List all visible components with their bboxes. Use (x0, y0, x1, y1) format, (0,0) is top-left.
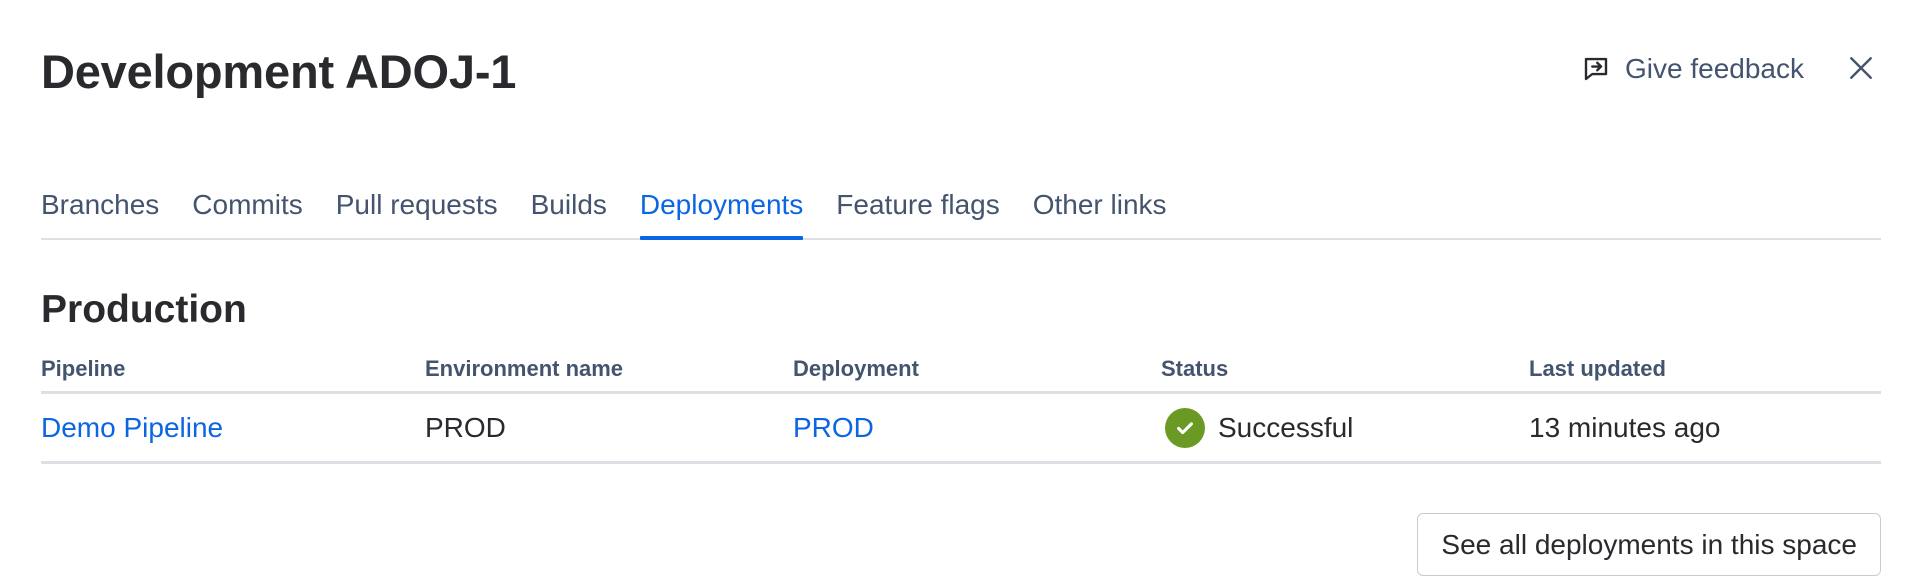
give-feedback-label: Give feedback (1625, 53, 1804, 84)
tab-commits[interactable]: Commits (192, 183, 302, 238)
environment-name-cell: PROD (425, 411, 506, 443)
feedback-icon (1581, 54, 1611, 84)
tab-deployments[interactable]: Deployments (639, 183, 804, 240)
tab-branches[interactable]: Branches (41, 183, 159, 238)
pipeline-cell: Demo Pipeline (41, 412, 425, 444)
deployments-table: Pipeline Environment name Deployment Sta… (41, 352, 1881, 464)
status-text: Successful (1218, 411, 1354, 443)
pipeline-link[interactable]: Demo Pipeline (41, 412, 223, 444)
tab-pull-requests[interactable]: Pull requests (336, 183, 498, 238)
section-title: Production (41, 288, 247, 331)
header-actions: Give feedback (1581, 52, 1878, 86)
column-header-status: Status (1161, 356, 1229, 381)
modal-header: Development ADOJ-1 Give feedback (41, 38, 1878, 108)
last-updated-cell: 13 minutes ago (1529, 411, 1721, 443)
column-header-deployment: Deployment (793, 356, 919, 381)
tab-builds[interactable]: Builds (531, 183, 607, 238)
table-row: Demo Pipeline PROD PROD Successful 13 mi… (41, 394, 1881, 464)
column-header-environment-name: Environment name (425, 356, 624, 381)
close-icon (1848, 55, 1874, 84)
column-header-pipeline: Pipeline (41, 356, 126, 381)
deployment-cell: PROD (793, 412, 1161, 444)
column-header-last-updated: Last updated (1529, 356, 1666, 381)
deployment-link[interactable]: PROD (793, 412, 874, 444)
tab-other-links[interactable]: Other links (1033, 183, 1167, 238)
see-all-deployments-button[interactable]: See all deployments in this space (1417, 513, 1881, 576)
tab-feature-flags[interactable]: Feature flags (836, 183, 999, 238)
close-button[interactable] (1844, 52, 1878, 86)
check-circle-icon (1165, 407, 1205, 448)
page-title: Development ADOJ-1 (41, 45, 517, 98)
table-header: Pipeline Environment name Deployment Sta… (41, 352, 1881, 394)
status-cell: Successful (1161, 407, 1529, 448)
tab-bar: Branches Commits Pull requests Builds De… (41, 183, 1881, 240)
give-feedback-button[interactable]: Give feedback (1581, 53, 1804, 85)
